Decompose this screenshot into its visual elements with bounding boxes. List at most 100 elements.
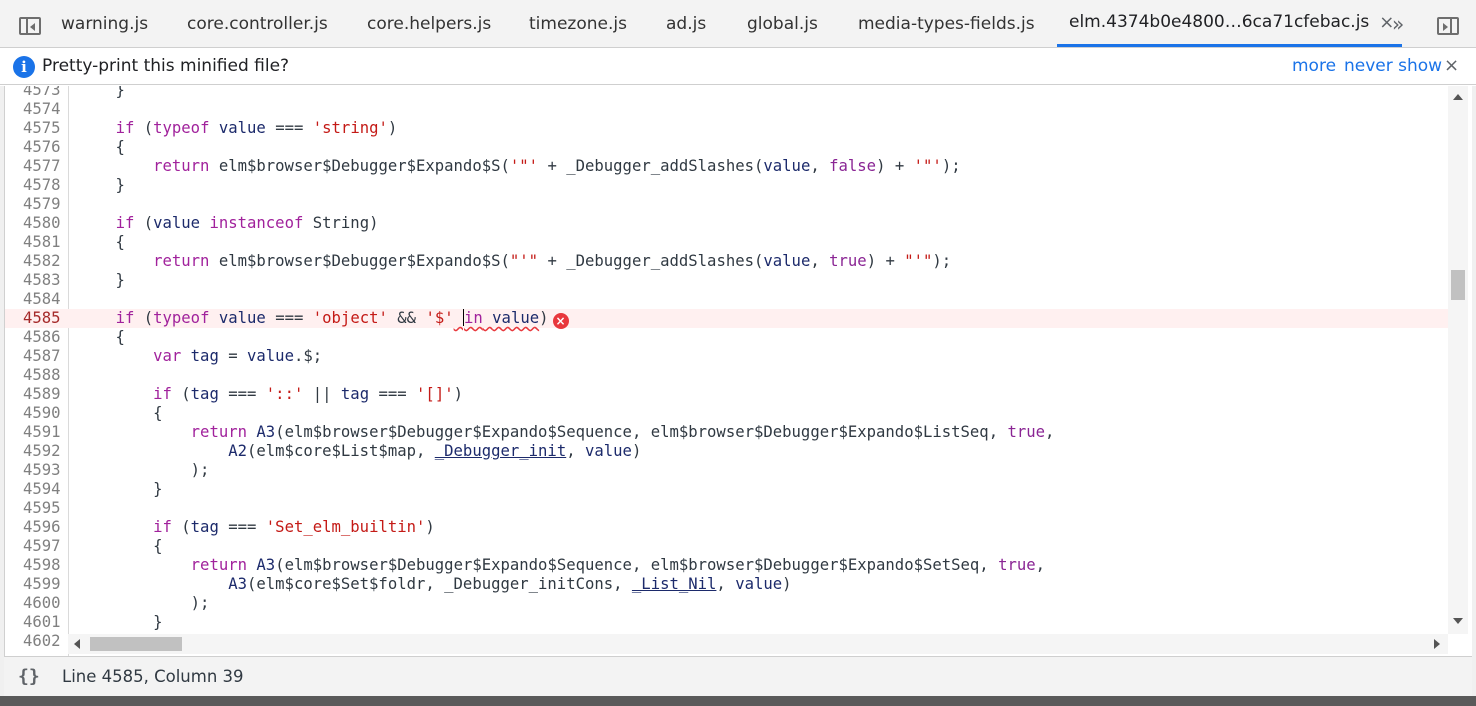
vertical-scrollbar[interactable]	[1448, 86, 1468, 634]
toggle-debugger-button[interactable]	[1436, 14, 1460, 38]
window-bottom-edge	[0, 696, 1476, 706]
cursor-position: Line 4585, Column 39	[62, 667, 244, 686]
tab-label: ad.js	[666, 13, 707, 34]
error-code-line[interactable]: 4585 if (typeof value === 'object' && '$…	[5, 309, 1449, 329]
line-number[interactable]: 4600	[23, 594, 65, 613]
code-line[interactable]: 4596 if (tag === 'Set_elm_builtin')	[5, 518, 1449, 537]
code-line[interactable]: 4589 if (tag === '::' || tag === '[]')	[5, 385, 1449, 404]
code-line[interactable]: 4575 if (typeof value === 'string')	[5, 119, 1449, 138]
scroll-right-icon[interactable]	[1434, 639, 1440, 649]
code-line[interactable]: 4580 if (value instanceof String)	[5, 214, 1449, 233]
tab-label: media-types-fields.js	[858, 13, 1035, 34]
code-line[interactable]: 4588	[5, 366, 1449, 385]
line-number[interactable]: 4594	[23, 480, 65, 499]
line-number[interactable]: 4581	[23, 233, 65, 252]
tab-label: elm.4374b0e4800…6ca71cfebac.js	[1069, 12, 1370, 32]
code-line[interactable]: 4600 );	[5, 594, 1449, 613]
code-line[interactable]: 4576 {	[5, 138, 1449, 157]
line-number[interactable]: 4579	[23, 195, 65, 214]
line-number[interactable]: 4595	[23, 499, 65, 518]
code-line[interactable]: 4581 {	[5, 233, 1449, 252]
line-number[interactable]: 4585	[23, 309, 65, 328]
code-line[interactable]: 4593 );	[5, 461, 1449, 480]
tab-overflow-icon[interactable]: »	[1392, 12, 1404, 36]
line-number[interactable]: 4580	[23, 214, 65, 233]
code-line[interactable]: 4594 }	[5, 480, 1449, 499]
line-number[interactable]: 4592	[23, 442, 65, 461]
line-number[interactable]: 4597	[23, 537, 65, 556]
line-number[interactable]: 4590	[23, 404, 65, 423]
code-line[interactable]: 4586 {	[5, 328, 1449, 347]
code-line[interactable]: 4579	[5, 195, 1449, 214]
tab-elm-js[interactable]: elm.4374b0e4800…6ca71cfebac.js ×	[1057, 0, 1403, 47]
code-line[interactable]: 4574	[5, 100, 1449, 119]
infobar-close-icon[interactable]: ×	[1444, 55, 1459, 76]
code-line[interactable]: 4591 return A3(elm$browser$Debugger$Expa…	[5, 423, 1449, 442]
right-panel-icon	[1437, 17, 1459, 35]
line-number[interactable]: 4601	[23, 613, 65, 632]
code-line[interactable]: 4595	[5, 499, 1449, 518]
toggle-navigator-button[interactable]	[18, 14, 42, 38]
scroll-down-icon[interactable]	[1453, 618, 1463, 624]
tab-label: warning.js	[61, 13, 149, 34]
left-panel-icon	[19, 17, 41, 35]
line-number[interactable]: 4575	[23, 119, 65, 138]
line-number[interactable]: 4576	[23, 138, 65, 157]
tab-core-helpers-js[interactable]: core.helpers.js	[367, 0, 491, 47]
line-number[interactable]: 4582	[23, 252, 65, 271]
vertical-scroll-thumb[interactable]	[1451, 270, 1465, 300]
code-line[interactable]: 4597 {	[5, 537, 1449, 556]
code-line[interactable]: 4599 A3(elm$core$Set$foldr, _Debugger_in…	[5, 575, 1449, 594]
horizontal-scroll-thumb[interactable]	[90, 637, 182, 651]
line-number[interactable]: 4587	[23, 347, 65, 366]
code-line[interactable]: 4587 var tag = value.$;	[5, 347, 1449, 366]
code-line[interactable]: 4590 {	[5, 404, 1449, 423]
code-line[interactable]: 4578 }	[5, 176, 1449, 195]
code-line[interactable]: 4592 A2(elm$core$List$map, _Debugger_ini…	[5, 442, 1449, 461]
never-show-link[interactable]: never show	[1344, 56, 1442, 76]
line-number[interactable]: 4598	[23, 556, 65, 575]
scroll-up-icon[interactable]	[1453, 94, 1463, 100]
line-number[interactable]: 4583	[23, 271, 65, 290]
error-icon[interactable]: ×	[552, 313, 569, 329]
code-line[interactable]: 4577 return elm$browser$Debugger$Expando…	[5, 157, 1449, 176]
line-number[interactable]: 4573	[23, 86, 65, 100]
line-number[interactable]: 4599	[23, 575, 65, 594]
line-number[interactable]: 4591	[23, 423, 65, 442]
line-number[interactable]: 4588	[23, 366, 65, 385]
line-number[interactable]: 4586	[23, 328, 65, 347]
code-editor[interactable]: 4573 } 4574 4575 if (typeof value === 's…	[4, 86, 1472, 656]
tab-global-js[interactable]: global.js	[747, 0, 818, 47]
tab-bar: warning.js core.controller.js core.helpe…	[0, 0, 1476, 48]
more-link[interactable]: more	[1292, 56, 1336, 76]
line-number[interactable]: 4602	[23, 632, 65, 651]
line-number[interactable]: 4596	[23, 518, 65, 537]
pretty-print-infobar: i Pretty-print this minified file? more …	[0, 49, 1476, 85]
line-number[interactable]: 4577	[23, 157, 65, 176]
tab-core-controller-js[interactable]: core.controller.js	[187, 0, 328, 47]
status-bar: {} Line 4585, Column 39	[4, 656, 1472, 696]
line-number[interactable]: 4584	[23, 290, 65, 309]
scroll-left-icon[interactable]	[74, 639, 80, 649]
code-line[interactable]: 4583 }	[5, 271, 1449, 290]
code-line[interactable]: 4582 return elm$browser$Debugger$Expando…	[5, 252, 1449, 271]
line-number[interactable]: 4574	[23, 100, 65, 119]
tab-warning-js[interactable]: warning.js	[61, 0, 148, 47]
tab-timezone-js[interactable]: timezone.js	[529, 0, 627, 47]
code-line[interactable]: 4598 return A3(elm$browser$Debugger$Expa…	[5, 556, 1449, 575]
tab-media-types-fields-js[interactable]: media-types-fields.js	[858, 0, 1035, 47]
line-number[interactable]: 4578	[23, 176, 65, 195]
tab-ad-js[interactable]: ad.js	[666, 0, 706, 47]
tab-label: global.js	[747, 13, 818, 34]
pretty-print-button[interactable]: {}	[18, 666, 40, 687]
line-number[interactable]: 4589	[23, 385, 65, 404]
tab-label: core.controller.js	[187, 13, 328, 34]
right-edge	[1472, 86, 1476, 696]
infobar-message: Pretty-print this minified file?	[42, 56, 290, 76]
code-line[interactable]: 4601 }	[5, 613, 1449, 632]
horizontal-scrollbar[interactable]	[68, 634, 1448, 654]
line-number[interactable]: 4593	[23, 461, 65, 480]
info-icon: i	[13, 56, 35, 78]
code-line[interactable]: 4584	[5, 290, 1449, 309]
code-line[interactable]: 4573 }	[5, 86, 1449, 100]
